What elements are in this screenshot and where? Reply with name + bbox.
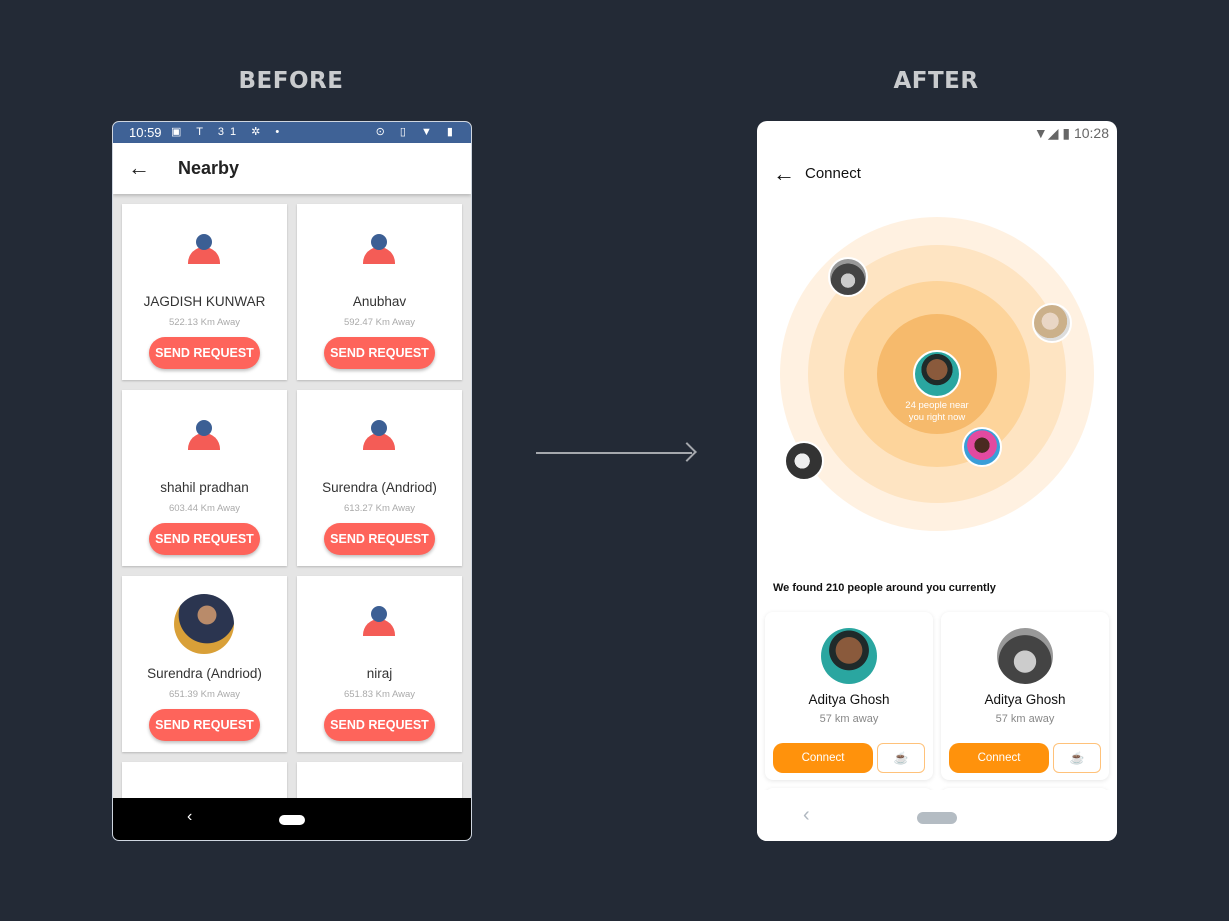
- send-request-button[interactable]: SEND REQUEST: [324, 523, 435, 555]
- user-card: shahil pradhan 603.44 Km Away SEND REQUEST: [122, 390, 287, 566]
- system-icons: ▼◢ ▮: [1033, 125, 1071, 141]
- user-distance: 651.39 Km Away: [168, 689, 241, 700]
- send-request-button[interactable]: SEND REQUEST: [324, 337, 435, 369]
- nav-bar: ‹: [113, 798, 471, 840]
- send-request-button[interactable]: SEND REQUEST: [149, 709, 260, 741]
- connect-button[interactable]: Connect: [949, 743, 1049, 773]
- status-bar: 10:59 ▣ T 31 ✲ • ⊙ ▯ ▼ ▮: [113, 122, 471, 143]
- after-label: AFTER: [893, 68, 979, 94]
- send-request-button[interactable]: SEND REQUEST: [149, 523, 260, 555]
- default-avatar-icon: [188, 234, 220, 266]
- nav-home-button[interactable]: [279, 815, 305, 825]
- default-avatar-icon: [363, 234, 395, 266]
- notification-icons: ▣ T 31 ✲ •: [171, 126, 286, 138]
- user-name: shahil pradhan: [160, 480, 249, 495]
- user-card-partial: [122, 762, 287, 802]
- user-avatar: [997, 628, 1053, 684]
- chat-icon[interactable]: ☕: [1053, 743, 1101, 773]
- avatar-nearby[interactable]: [784, 441, 824, 481]
- user-name: niraj: [366, 666, 393, 681]
- default-avatar-icon: [363, 606, 395, 638]
- send-request-button[interactable]: SEND REQUEST: [324, 709, 435, 741]
- arrow-head-icon: [677, 442, 697, 462]
- nav-home-button[interactable]: [917, 812, 957, 824]
- user-distance: 57 km away: [819, 713, 879, 725]
- avatar-nearby[interactable]: [828, 257, 868, 297]
- user-distance: 613.27 Km Away: [343, 503, 416, 514]
- avatar-nearby[interactable]: [1032, 303, 1072, 343]
- back-arrow-icon[interactable]: ←: [128, 155, 150, 181]
- send-request-button[interactable]: SEND REQUEST: [149, 337, 260, 369]
- user-distance: 651.83 Km Away: [343, 689, 416, 700]
- default-avatar-icon: [188, 420, 220, 452]
- user-name: Surendra (Andriod): [322, 480, 437, 495]
- user-card[interactable]: Aditya Ghosh 57 km away Connect ☕: [765, 612, 933, 780]
- status-bar: ▼◢ ▮ 10:28: [1034, 125, 1109, 142]
- page-title: Nearby: [178, 158, 240, 178]
- user-distance: 522.13 Km Away: [168, 317, 241, 328]
- radar-text-line2: you right now: [908, 412, 966, 423]
- user-name: Anubhav: [352, 294, 407, 309]
- after-phone: ▼◢ ▮ 10:28 ← Connect 24 people near you r…: [757, 121, 1117, 841]
- system-icons: ⊙ ▯ ▼ ▮: [375, 126, 459, 138]
- app-bar: ← Nearby: [113, 143, 471, 194]
- user-name: Aditya Ghosh: [808, 692, 890, 707]
- status-time: 10:59: [129, 125, 162, 140]
- user-name: Surendra (Andriod): [147, 666, 262, 681]
- user-card: Surendra (Andriod) 613.27 Km Away SEND REQ…: [297, 390, 462, 566]
- radar-text-line1: 24 people near: [905, 400, 969, 411]
- user-card-partial: [297, 762, 462, 802]
- connect-button[interactable]: Connect: [773, 743, 873, 773]
- before-label: BEFORE: [238, 68, 344, 94]
- found-count-text: We found 210 people around you currently: [773, 582, 996, 594]
- user-card: Anubhav 592.47 Km Away SEND REQUEST: [297, 204, 462, 380]
- radar-count-text: 24 people near you right now: [887, 400, 987, 424]
- user-name: Aditya Ghosh: [984, 692, 1066, 707]
- user-card: Surendra (Andriod) 651.39 Km Away SEND REQ…: [122, 576, 287, 752]
- nav-back-icon[interactable]: ‹: [187, 808, 192, 826]
- chat-icon[interactable]: ☕: [877, 743, 925, 773]
- user-card: niraj 651.83 Km Away SEND REQUEST: [297, 576, 462, 752]
- user-distance: 592.47 Km Away: [343, 317, 416, 328]
- user-distance: 603.44 Km Away: [168, 503, 241, 514]
- user-avatar: [821, 628, 877, 684]
- before-phone: 10:59 ▣ T 31 ✲ • ⊙ ▯ ▼ ▮ ← Nearby JAGDIS…: [112, 121, 472, 841]
- avatar-nearby[interactable]: [962, 427, 1002, 467]
- user-photo: [174, 594, 234, 654]
- user-name: JAGDISH KUNWAR: [143, 294, 266, 309]
- status-time: 10:28: [1073, 125, 1109, 141]
- user-card[interactable]: Aditya Ghosh 57 km away Connect ☕: [941, 612, 1109, 780]
- back-arrow-icon[interactable]: ←: [773, 161, 795, 187]
- user-card: JAGDISH KUNWAR 522.13 Km Away SEND REQUEST: [122, 204, 287, 380]
- avatar-center[interactable]: [913, 350, 961, 398]
- user-distance: 57 km away: [995, 713, 1055, 725]
- arrow-line: [536, 452, 692, 454]
- nav-bar: ‹: [757, 790, 1117, 841]
- nav-back-icon[interactable]: ‹: [803, 804, 810, 827]
- default-avatar-icon: [363, 420, 395, 452]
- page-title: Connect: [805, 165, 861, 182]
